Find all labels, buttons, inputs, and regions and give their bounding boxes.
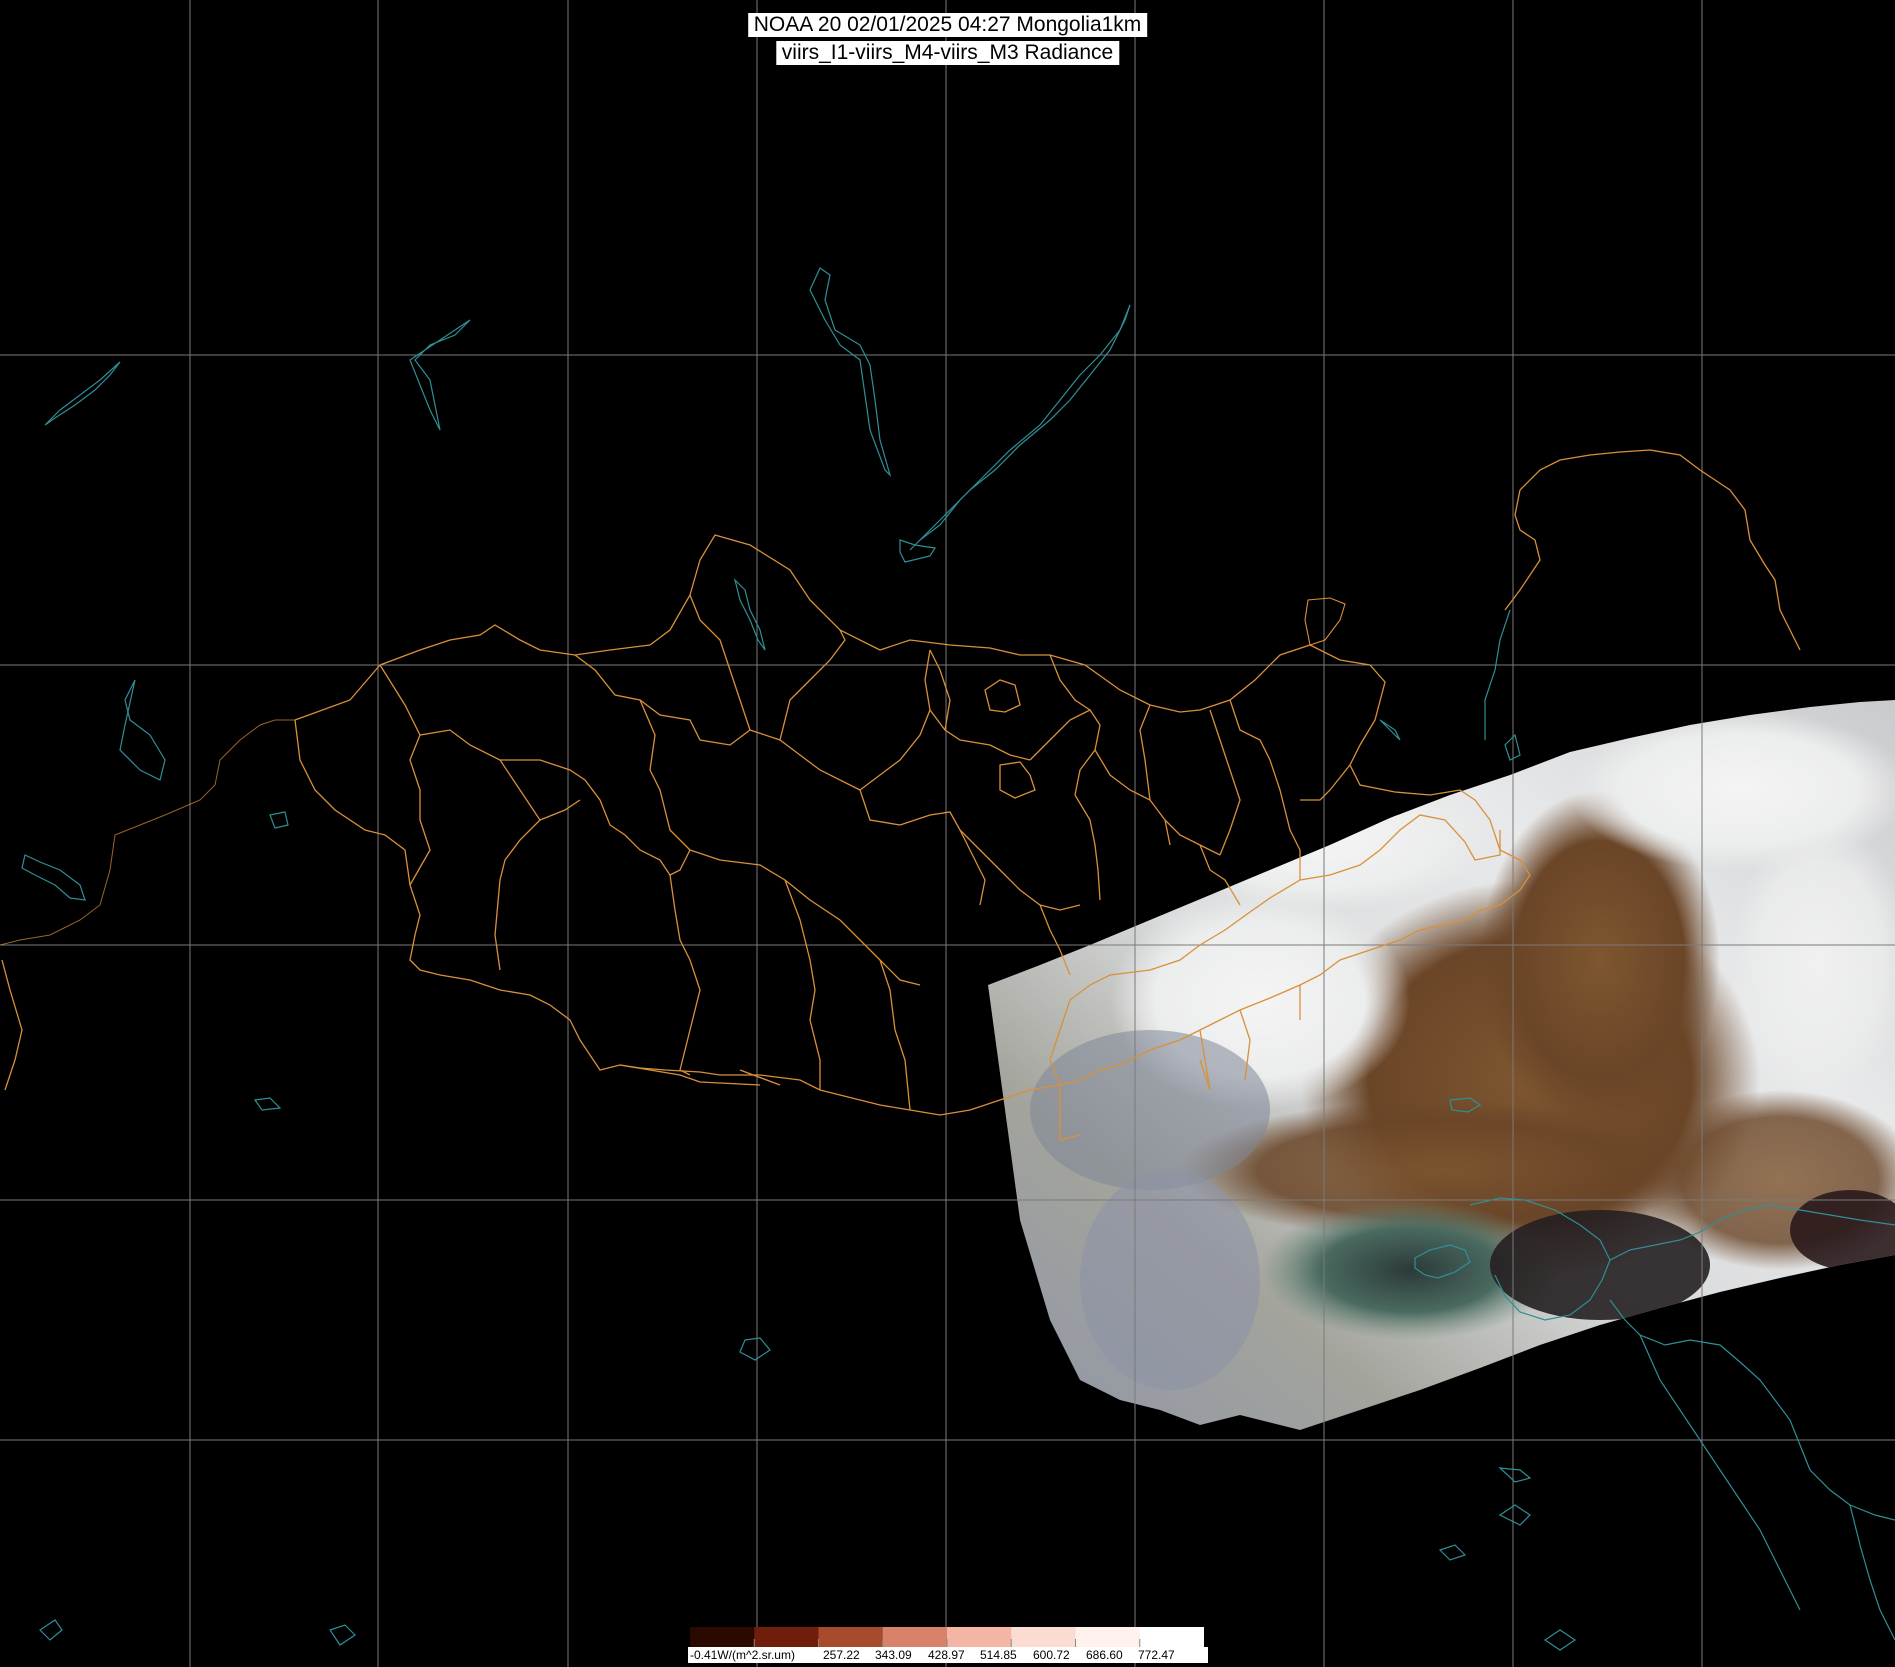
colorbar-labels: -0.41W/(m^2.sr.um) 257.22 343.09 428.97 …: [688, 1647, 1208, 1663]
colorbar-segment: [690, 1627, 755, 1647]
colorbar-segment: [1075, 1627, 1141, 1647]
colorbar: [690, 1627, 1204, 1647]
colorbar-segment: [947, 1627, 1012, 1647]
colorbar-segment: [754, 1627, 819, 1647]
satellite-swath: [988, 700, 1895, 1430]
satellite-map: [0, 0, 1895, 1667]
colorbar-tick-label: 772.47: [1138, 1648, 1175, 1662]
colorbar-tick-label: 600.72: [1033, 1648, 1070, 1662]
map-title-line1: NOAA 20 02/01/2025 04:27 Mongolia1km: [747, 13, 1148, 37]
colorbar-segment: [882, 1627, 948, 1647]
map-title-line2: viirs_I1-viirs_M4-viirs_M3 Radiance: [775, 41, 1120, 65]
colorbar-segment: [1011, 1627, 1076, 1647]
colorbar-tick-label: 686.60: [1086, 1648, 1123, 1662]
colorbar-segment: [818, 1627, 884, 1647]
colorbar-tick-label: 514.85: [980, 1648, 1017, 1662]
colorbar-unit-label: -0.41W/(m^2.sr.um): [690, 1648, 795, 1662]
colorbar-segment: [1139, 1627, 1204, 1647]
colorbar-tick-label: 428.97: [928, 1648, 965, 1662]
colorbar-tick-label: 257.22: [823, 1648, 860, 1662]
colorbar-tick-label: 343.09: [875, 1648, 912, 1662]
